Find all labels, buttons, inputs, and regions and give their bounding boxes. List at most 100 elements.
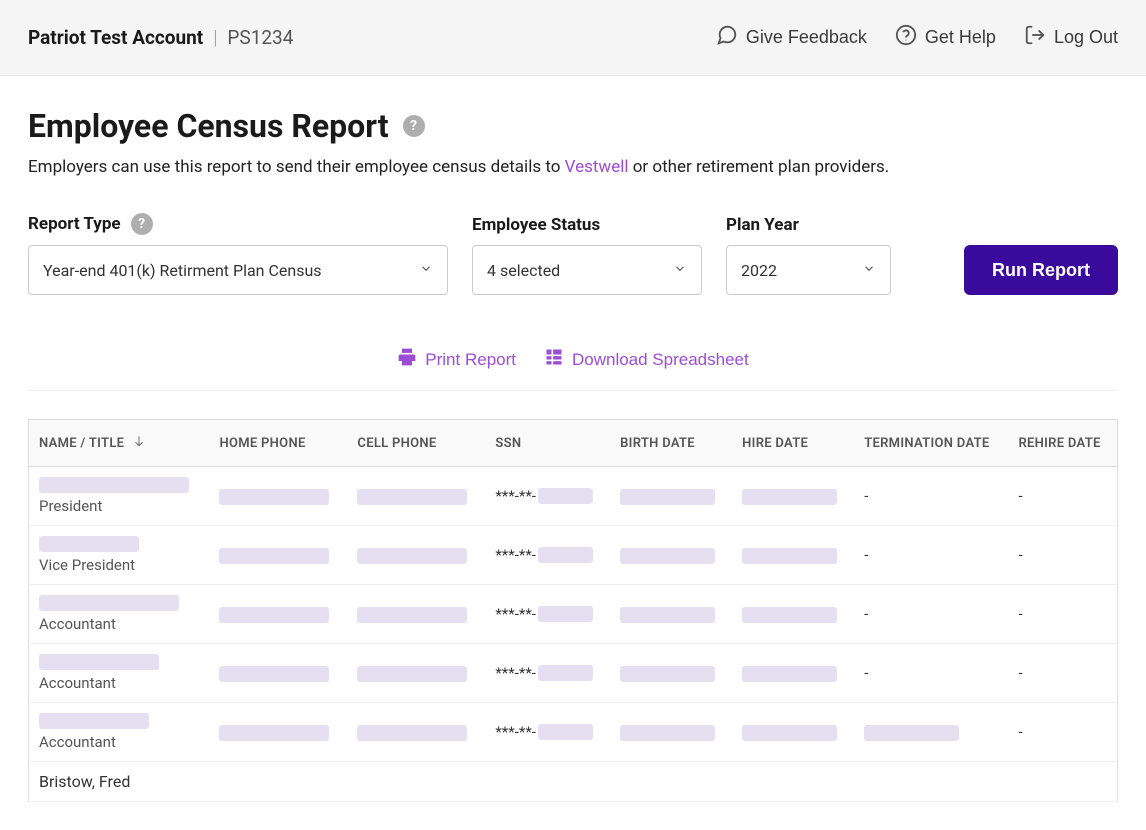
th-term-date[interactable]: TERMINATION DATE [854, 420, 1008, 467]
logout-label: Log Out [1054, 27, 1118, 48]
redacted-cell-phone [357, 666, 467, 682]
table-row-cutoff: Bristow, Fred [29, 762, 1118, 802]
title-help-icon[interactable]: ? [403, 115, 425, 137]
download-label: Download Spreadsheet [572, 350, 749, 370]
account-divider: | [213, 26, 217, 49]
account-name: Patriot Test Account [28, 26, 203, 49]
logout-button[interactable]: Log Out [1024, 24, 1118, 51]
redacted-birth-date [620, 548, 715, 564]
chevron-down-icon [419, 261, 433, 280]
print-label: Print Report [425, 350, 516, 370]
download-spreadsheet-button[interactable]: Download Spreadsheet [544, 347, 749, 372]
rehire-date-value: - [1018, 723, 1022, 741]
report-type-value: Year-end 401(k) Retirment Plan Census [43, 261, 322, 280]
th-rehire-date[interactable]: REHIRE DATE [1008, 420, 1117, 467]
desc-after: or other retirement plan providers. [629, 157, 890, 177]
redacted-hire-date [742, 607, 837, 623]
redacted-hire-date [742, 725, 837, 741]
redacted-name [39, 713, 149, 729]
page-title-row: Employee Census Report ? [28, 107, 1118, 145]
help-circle-icon [895, 24, 917, 51]
redacted-ssn-tail [538, 488, 593, 504]
th-home-phone[interactable]: HOME PHONE [209, 420, 347, 467]
employee-title: Vice President [39, 556, 199, 574]
redacted-ssn-tail [538, 606, 593, 622]
redacted-birth-date [620, 607, 715, 623]
term-date-value: - [864, 664, 868, 682]
redacted-ssn-tail [538, 665, 593, 681]
page-description: Employers can use this report to send th… [28, 157, 1118, 177]
employee-status-label: Employee Status [472, 215, 702, 235]
term-date-value: - [864, 605, 868, 623]
th-ssn[interactable]: SSN [485, 420, 610, 467]
redacted-cell-phone [357, 548, 467, 564]
employee-title: Accountant [39, 674, 199, 692]
main-content: Employee Census Report ? Employers can u… [0, 76, 1146, 830]
table-row: President***-**--- [29, 467, 1118, 526]
redacted-home-phone [219, 666, 329, 682]
help-label: Get Help [925, 27, 996, 48]
chevron-down-icon [673, 261, 687, 280]
th-birth-date[interactable]: BIRTH DATE [610, 420, 732, 467]
plan-year-select[interactable]: 2022 [726, 245, 891, 295]
ssn-mask: ***-**- [495, 605, 536, 623]
chat-icon [716, 24, 738, 51]
print-icon [397, 347, 417, 372]
redacted-hire-date [742, 489, 837, 505]
redacted-term-date [864, 725, 959, 741]
account-info: Patriot Test Account | PS1234 [28, 26, 293, 49]
filters-row: Report Type ? Year-end 401(k) Retirment … [28, 213, 1118, 295]
rehire-date-value: - [1018, 605, 1022, 623]
employee-name: Bristow, Fred [39, 772, 130, 791]
redacted-ssn-tail [538, 547, 593, 563]
redacted-cell-phone [357, 725, 467, 741]
desc-before: Employers can use this report to send th… [28, 157, 565, 177]
employee-title: President [39, 497, 199, 515]
redacted-name [39, 654, 159, 670]
term-date-value: - [864, 546, 868, 564]
table-actions: Print Report Download Spreadsheet [28, 343, 1118, 391]
run-report-button[interactable]: Run Report [964, 245, 1118, 295]
report-type-select[interactable]: Year-end 401(k) Retirment Plan Census [28, 245, 448, 295]
logout-icon [1024, 24, 1046, 51]
redacted-birth-date [620, 489, 715, 505]
redacted-home-phone [219, 548, 329, 564]
ssn-mask: ***-**- [495, 546, 536, 564]
plan-year-value: 2022 [741, 261, 777, 280]
table-row: Accountant***-**-- [29, 703, 1118, 762]
th-name[interactable]: NAME / TITLE [29, 420, 210, 467]
employee-title: Accountant [39, 615, 199, 633]
feedback-label: Give Feedback [746, 27, 867, 48]
chevron-down-icon [862, 261, 876, 280]
th-hire-date[interactable]: HIRE DATE [732, 420, 854, 467]
th-cell-phone[interactable]: CELL PHONE [347, 420, 485, 467]
ssn-mask: ***-**- [495, 723, 536, 741]
redacted-cell-phone [357, 607, 467, 623]
spreadsheet-icon [544, 347, 564, 372]
print-report-button[interactable]: Print Report [397, 347, 516, 372]
redacted-home-phone [219, 607, 329, 623]
header-actions: Give Feedback Get Help Log Out [716, 24, 1118, 51]
employee-status-select[interactable]: 4 selected [472, 245, 702, 295]
redacted-hire-date [742, 548, 837, 564]
ssn-mask: ***-**- [495, 487, 536, 505]
plan-year-label: Plan Year [726, 215, 891, 235]
get-help-button[interactable]: Get Help [895, 24, 996, 51]
plan-year-group: Plan Year 2022 [726, 215, 891, 295]
vestwell-link[interactable]: Vestwell [565, 157, 629, 177]
redacted-cell-phone [357, 489, 467, 505]
redacted-ssn-tail [538, 724, 593, 740]
sort-down-icon [132, 434, 146, 452]
give-feedback-button[interactable]: Give Feedback [716, 24, 867, 51]
redacted-home-phone [219, 725, 329, 741]
redacted-home-phone [219, 489, 329, 505]
rehire-date-value: - [1018, 546, 1022, 564]
term-date-value: - [864, 487, 868, 505]
rehire-date-value: - [1018, 664, 1022, 682]
redacted-name [39, 536, 139, 552]
redacted-name [39, 595, 179, 611]
page-title: Employee Census Report [28, 107, 389, 145]
employee-status-value: 4 selected [487, 261, 560, 280]
report-type-help-icon[interactable]: ? [131, 213, 153, 235]
census-table: NAME / TITLE HOME PHONE CELL PHONE SSN B… [28, 419, 1118, 802]
